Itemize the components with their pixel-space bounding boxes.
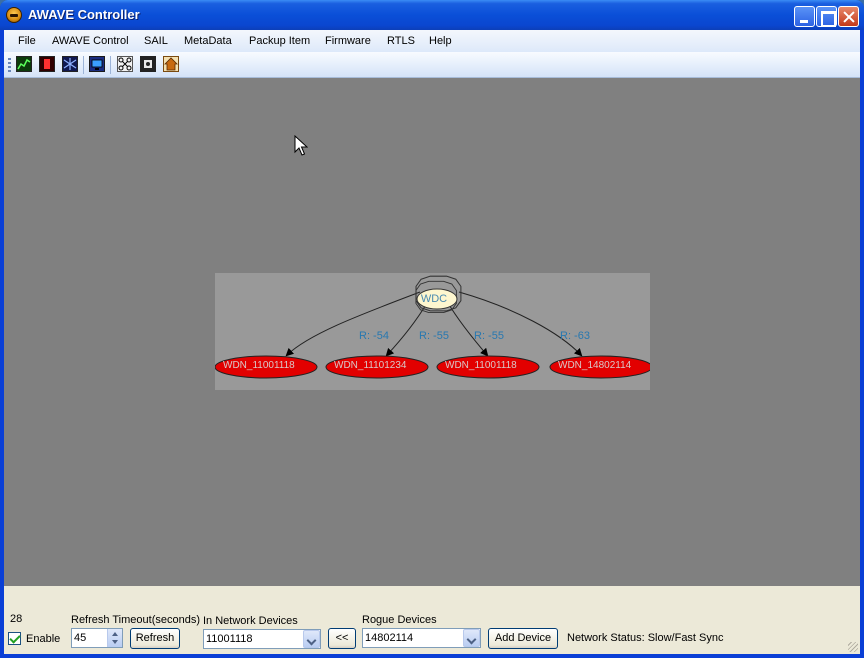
in-network-devices-label: In Network Devices — [203, 615, 298, 627]
wdc-node-label: WDC — [420, 293, 448, 305]
menu-bar: File AWAVE Control SAIL MetaData Packup … — [4, 30, 860, 52]
menu-sail[interactable]: SAIL — [144, 35, 168, 47]
rssi-label: R: -54 — [359, 330, 389, 342]
graph-edge — [458, 291, 583, 357]
refresh-timeout-stepper[interactable]: 45 — [71, 628, 123, 648]
refresh-timeout-label: Refresh Timeout(seconds) — [71, 614, 200, 626]
chart-icon[interactable] — [16, 56, 32, 72]
toolbar-separator — [110, 56, 111, 74]
title-bar[interactable]: AWAVE Controller — [0, 0, 864, 30]
rogue-devices-select[interactable]: 14802114 — [362, 628, 481, 648]
rogue-devices-value: 14802114 — [365, 632, 414, 644]
in-network-devices-value: 11001118 — [206, 633, 253, 645]
graph-edge — [285, 291, 421, 357]
device-icon[interactable] — [140, 56, 156, 72]
rssi-label: R: -55 — [474, 330, 504, 342]
toolbar-grip[interactable] — [8, 58, 11, 72]
device-node-label: WDN_11001118 — [445, 360, 517, 371]
monitor-icon[interactable] — [89, 56, 105, 72]
chevron-down-icon[interactable] — [463, 629, 480, 647]
add-device-button[interactable]: Add Device — [488, 628, 558, 649]
device-node-label: WDN_14802114 — [558, 360, 632, 371]
rssi-label: R: -63 — [560, 330, 590, 342]
minimize-button[interactable] — [794, 6, 815, 27]
rogue-devices-label: Rogue Devices — [362, 614, 437, 626]
in-network-devices-select[interactable]: 11001118 — [203, 629, 321, 649]
network-status-text: Network Status: Slow/Fast Sync — [567, 632, 724, 644]
enable-checkbox[interactable] — [8, 632, 21, 645]
chevron-down-icon[interactable] — [303, 630, 320, 648]
status-panel: 28 Enable Refresh Timeout(seconds) 45 Re… — [4, 586, 860, 654]
nodes-icon[interactable] — [117, 56, 133, 72]
home-icon[interactable] — [163, 56, 179, 72]
maximize-button[interactable] — [816, 6, 837, 27]
enable-label: Enable — [26, 633, 61, 645]
menu-awave-control[interactable]: AWAVE Control — [52, 35, 129, 47]
resize-grip[interactable] — [848, 642, 858, 652]
menu-packup-item[interactable]: Packup Item — [249, 35, 310, 47]
record-icon[interactable] — [39, 56, 55, 72]
graph-edge — [385, 302, 428, 357]
menu-help[interactable]: Help — [429, 35, 452, 47]
refresh-timeout-value: 45 — [74, 632, 87, 644]
app-icon[interactable] — [6, 7, 22, 23]
device-node-label: WDN_11101234 — [334, 360, 407, 371]
network-graph: WDC R: -54 R: -55 R: -55 R: -63 WDN_1100… — [215, 273, 650, 390]
close-button[interactable] — [838, 6, 859, 27]
network-icon[interactable] — [62, 56, 78, 72]
menu-rtls[interactable]: RTLS — [387, 35, 415, 47]
client-area: File AWAVE Control SAIL MetaData Packup … — [4, 30, 860, 654]
device-node-label: WDN_11001118 — [223, 360, 295, 371]
toolbar-separator — [83, 56, 84, 74]
refresh-button[interactable]: Refresh — [130, 628, 180, 649]
mouse-cursor-icon — [294, 135, 308, 156]
menu-firmware[interactable]: Firmware — [325, 35, 371, 47]
rssi-label: R: -55 — [419, 330, 449, 342]
toolbar — [4, 52, 860, 78]
menu-metadata[interactable]: MetaData — [184, 35, 232, 47]
move-to-network-button[interactable]: << — [328, 628, 356, 649]
stepper-arrows-icon[interactable] — [107, 629, 122, 647]
menu-file[interactable]: File — [18, 35, 36, 47]
device-counter: 28 — [10, 613, 23, 625]
app-window: AWAVE Controller File AWAVE Control SAIL… — [0, 0, 864, 658]
window-title: AWAVE Controller — [28, 7, 140, 22]
graph-edge — [447, 302, 489, 357]
network-graph-canvas[interactable]: WDC R: -54 R: -55 R: -55 R: -63 WDN_1100… — [4, 78, 860, 586]
